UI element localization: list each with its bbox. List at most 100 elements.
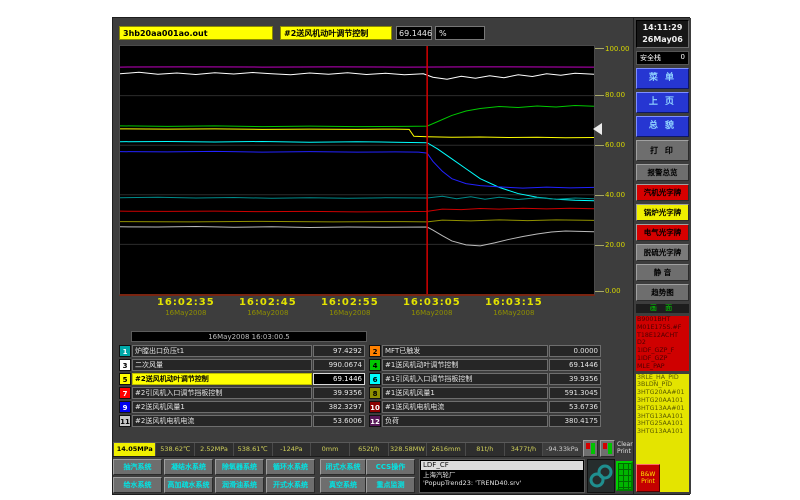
alarm-tag[interactable]: M01E175S.#F — [637, 324, 688, 332]
pen-color-chip: 3 — [119, 359, 131, 371]
trend-panel: 3hb20aa001ao.out #2送风机动叶调节控制 69.1446 % 1… — [113, 18, 633, 494]
alarm-tag[interactable]: 3RLE_HA_PID — [637, 374, 688, 382]
legend-row[interactable]: 12 负荷 380.4175 — [369, 415, 601, 427]
pen-value: 591.3045 — [549, 387, 601, 399]
alarm-tag[interactable]: D2 — [637, 339, 688, 347]
system-menu-row-2: 给水系统高加疏水系统润滑油系统开式水系统真空系统重点监测 — [113, 477, 419, 493]
value-pointer-icon[interactable] — [593, 123, 602, 135]
legend-row[interactable]: 1 炉膛出口负压t1 97.4292 — [119, 345, 365, 357]
x-tick: 16:03:15 16May2008 — [485, 297, 543, 317]
alarm-tag[interactable]: 1IDF_GZP_F — [637, 347, 688, 355]
status-value: -124Pa — [272, 443, 311, 456]
clear-print-label[interactable]: Clear Print — [617, 441, 633, 455]
legend-row[interactable]: 9 #2送风机风量1 382.3297 — [119, 401, 365, 413]
legend-row[interactable]: 3 二次风量 990.0674 — [119, 359, 365, 371]
x-tick: 16:02:45 16May2008 — [239, 297, 297, 317]
alarm-tag[interactable]: 1IDF_GZP — [637, 355, 688, 363]
alarm-tag[interactable]: 3HTG13AA#01 — [637, 405, 688, 413]
system-menu-button[interactable]: 凝结水系统 — [164, 459, 213, 475]
pen-scale-icon[interactable] — [600, 440, 615, 457]
legend-row[interactable]: 6 #1引风机入口调节挡板控制 39.9356 — [369, 373, 601, 385]
y-axis: 100.00 80.00 60.00 40.00 20.00 — [595, 45, 633, 295]
pen-color-chip: 6 — [369, 373, 381, 385]
pen-scale-icon[interactable] — [583, 440, 598, 457]
pen-name: 炉膛出口负压t1 — [132, 345, 312, 357]
pen-value: 69.1446 — [313, 373, 365, 385]
system-menu-button[interactable]: 重点监测 — [366, 477, 415, 493]
link-icon[interactable] — [587, 459, 615, 493]
screen-grid-button[interactable] — [616, 461, 633, 491]
y-tick: 0.00 — [595, 287, 621, 295]
pen-value: 39.9356 — [549, 373, 601, 385]
lamp-button[interactable]: 汽机光字牌 — [636, 184, 689, 201]
pen-color-chip: 5 — [119, 373, 131, 385]
trend-page-button[interactable]: 趋势图 — [636, 284, 689, 301]
pen-color-chip: 11 — [119, 415, 131, 427]
system-menu-button[interactable]: 给水系统 — [113, 477, 162, 493]
red-bar-icon — [586, 443, 590, 449]
alarm-tag[interactable]: 3HTG20AA101 — [637, 397, 688, 405]
y-tick: 60.00 — [595, 141, 625, 149]
system-menu-button[interactable]: 循环水系统 — [266, 459, 315, 475]
alarm-tag[interactable]: 3HTG20AA#01 — [637, 389, 688, 397]
system-menu-button[interactable]: 开式水系统 — [266, 477, 315, 493]
system-menu-button[interactable]: CCS操作 — [366, 459, 415, 475]
alarm-summary-button[interactable]: 报警总览 — [636, 164, 689, 181]
pen-scale-zone: Clear Print — [583, 438, 633, 458]
legend-row[interactable]: 7 #2引风机入口调节挡板控制 39.9356 — [119, 387, 365, 399]
trend-file-field[interactable]: 3hb20aa001ao.out — [119, 26, 273, 40]
alarm-tag[interactable]: 3HTG13AA101 — [637, 428, 688, 436]
legend-row[interactable]: 10 #1送风机电机电流 53.6736 — [369, 401, 601, 413]
nav-button[interactable]: 总 貌 — [636, 116, 689, 137]
y-tick: 100.00 — [595, 45, 630, 53]
safety-stack-value: 0 — [681, 53, 685, 63]
lamp-button[interactable]: 电气光字牌 — [636, 224, 689, 241]
x-tick: 16:02:35 16May2008 — [157, 297, 215, 317]
nav-button[interactable]: 上 页 — [636, 92, 689, 113]
x-tick-time: 16:03:05 — [403, 297, 461, 308]
y-tick-label: 80.00 — [605, 91, 625, 99]
trend-curves — [120, 46, 594, 294]
lamp-button[interactable]: 脱硫光字牌 — [636, 244, 689, 261]
y-tick-label: 20.00 — [605, 241, 625, 249]
alarm-tag[interactable]: T18E12ACHT — [637, 332, 688, 340]
mute-button[interactable]: 静 音 — [636, 264, 689, 281]
page-indicator: 画 面 — [636, 304, 689, 313]
console-title[interactable]: LDF_CF — [421, 461, 583, 470]
safety-stack: 安全栈 0 — [636, 51, 689, 65]
console-line: 'PopupTrend23: 'TREND40.srv' — [420, 479, 584, 487]
print-button[interactable]: 打 印 — [636, 140, 689, 161]
system-menu-button[interactable]: 高加疏水系统 — [164, 477, 213, 493]
y-tick: 20.00 — [595, 241, 625, 249]
pen-value: 380.4175 — [549, 415, 601, 427]
bw-print-button[interactable]: B&W Print — [636, 464, 660, 492]
x-tick-date: 16May2008 — [403, 309, 461, 317]
system-menu-button[interactable]: 真空系统 — [320, 477, 366, 493]
system-menu-button[interactable]: 润滑油系统 — [215, 477, 264, 493]
x-tick-time: 16:02:35 — [157, 297, 215, 308]
legend-row[interactable]: 8 #1送风机风量1 591.3045 — [369, 387, 601, 399]
system-menu-button[interactable]: 除氧器系统 — [215, 459, 264, 475]
trend-plot[interactable] — [119, 45, 595, 296]
legend-row[interactable]: 2 MFT已触发 0.0000 — [369, 345, 601, 357]
pen-value: 382.3297 — [313, 401, 365, 413]
alarm-tag[interactable]: 3HTG25AA101 — [637, 420, 688, 428]
selected-tag-field[interactable]: #2送风机动叶调节控制 — [280, 26, 392, 40]
pen-color-chip: 1 — [119, 345, 131, 357]
alarm-tag[interactable]: 3HTG13AA101 — [637, 413, 688, 421]
system-menu-button[interactable]: 闭式水系统 — [320, 459, 366, 475]
pen-name: #2送风机动叶调节控制 — [132, 373, 312, 385]
x-axis: 16:02:35 16May2008 16:02:45 16May2008 16… — [119, 297, 593, 323]
nav-button[interactable]: 菜 单 — [636, 68, 689, 89]
alarm-tag[interactable]: B9001BHT — [637, 316, 688, 324]
system-menu-button[interactable]: 抽汽系统 — [113, 459, 162, 475]
legend-row[interactable]: 11 #2送风机电机电流 53.6006 — [119, 415, 365, 427]
lamp-button[interactable]: 锅炉光字牌 — [636, 204, 689, 221]
alarm-tag[interactable]: 3BLDN_PID — [637, 381, 688, 389]
status-value: 3477t/h — [504, 443, 543, 456]
legend-row[interactable]: 5 #2送风机动叶调节控制 69.1446 — [119, 373, 365, 385]
legend-row[interactable]: 4 #1送风机动叶调节控制 69.1446 — [369, 359, 601, 371]
x-tick-time: 16:02:55 — [321, 297, 379, 308]
pen-value: 97.4292 — [313, 345, 365, 357]
alarm-tag[interactable]: MLE_PAP — [637, 363, 688, 371]
